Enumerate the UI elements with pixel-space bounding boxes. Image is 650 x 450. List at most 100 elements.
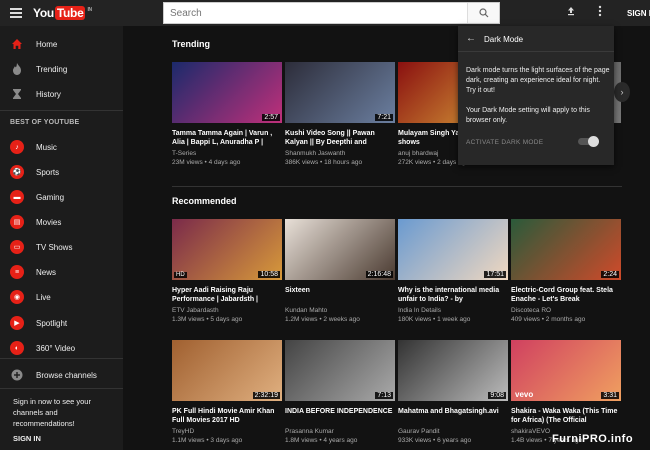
sidebar-divider [0,110,123,111]
sidebar-item-trending[interactable]: Trending [0,58,123,80]
sidebar-item-movies[interactable]: ▤ Movies [0,211,123,233]
video-thumbnail[interactable]: 3:31 vevo [511,340,621,401]
video-thumbnail[interactable]: 17:51 [398,219,508,280]
add-circle-icon [11,369,23,381]
search-icon [478,8,488,18]
sidebar-item-360-video[interactable]: ◐ 360° Video [0,337,123,359]
sidebar-item-label: Gaming [36,192,65,202]
sidebar-item-label: Sports [36,167,60,177]
video-thumbnail[interactable]: 7:21 [285,62,395,123]
video-thumbnail[interactable]: 7:13 [285,340,395,401]
logo-tube: Tube [54,6,86,20]
movies-icon: ▤ [10,215,24,229]
video-meta: 1.3M views • 5 days ago [172,316,243,323]
sidebar-item-home[interactable]: Home [0,33,123,55]
guide-sidebar: Home Trending History BEST OF YOUTUBE ♪ … [0,26,123,450]
sidebar-divider [0,388,123,389]
video-title[interactable]: Why is the international media unfair to… [398,286,506,304]
video-title[interactable]: INDIA BEFORE INDEPENDENCE [285,407,393,416]
back-arrow-icon[interactable]: ← [466,33,476,44]
trending-shelf-title[interactable]: Trending [172,39,210,49]
shelf-divider [172,186,622,187]
upload-icon[interactable] [566,6,576,19]
logo-country-badge: IN [87,7,92,13]
dark-mode-toggle-label: ACTIVATE DARK MODE [466,139,544,146]
hd-badge: HD [174,272,187,278]
video-thumbnail[interactable]: 9:08 [398,340,508,401]
sidebar-item-label: Spotlight [36,318,68,328]
video-title[interactable]: PK Full Hindi Movie Amir Khan Full Movie… [172,407,280,425]
signin-button[interactable]: SIGN IN [627,9,650,18]
sports-icon: ⚽ [10,165,24,179]
video-title[interactable]: Kushi Video Song || Pawan Kalyan || By D… [285,129,393,147]
video-title[interactable]: Shakira - Waka Waka (This Time for Afric… [511,407,619,425]
music-icon: ♪ [10,140,24,154]
video-title[interactable]: Sixteen [285,286,393,295]
recommended-shelf-title[interactable]: Recommended [172,196,237,206]
sidebar-item-label: News [36,267,57,277]
video-channel[interactable]: Prasanna Kumar [285,427,393,436]
tv-icon: ▭ [10,240,24,254]
dark-mode-toggle-knob[interactable] [588,136,599,147]
sidebar-item-label: Trending [36,64,68,74]
video-channel[interactable]: TreyHD [172,427,280,436]
video-title[interactable]: Mahatma and Bhagatsingh.avi [398,407,506,416]
video-channel[interactable]: T-Series [172,149,280,158]
duration-badge: 2:24 [601,271,619,278]
vevo-logo: vevo [515,390,534,399]
sidebar-item-history[interactable]: History [0,83,123,105]
duration-badge: 3:31 [601,392,619,399]
sidebar-item-sports[interactable]: ⚽ Sports [0,161,123,183]
sidebar-item-news[interactable]: ≡ News [0,261,123,283]
video-thumbnail[interactable]: 2:57 [172,62,282,123]
dark-mode-title: Dark Mode [484,35,524,44]
duration-badge: 7:13 [375,392,393,399]
spotlight-icon: ▶ [10,316,24,330]
dark-mode-header: ← Dark Mode [458,26,614,52]
flame-icon [13,63,21,75]
sidebar-signin-link[interactable]: SIGN IN [13,434,41,443]
duration-badge: 7:21 [375,114,393,121]
search-input[interactable] [164,4,470,22]
menu-icon[interactable] [10,8,22,18]
search-button[interactable] [467,3,499,23]
video-channel[interactable]: Gaurav Pandit [398,427,506,436]
video-thumbnail[interactable]: 10:58 HD [172,219,282,280]
video-title[interactable]: Tamma Tamma Again | Varun , Alia | Bappi… [172,129,280,147]
logo-you: You [33,6,54,20]
sidebar-item-label: 360° Video [36,343,76,353]
video-channel[interactable]: India In Details [398,306,506,315]
dark-mode-note: Your Dark Mode setting will apply to thi… [466,107,590,124]
youtube-logo[interactable]: You Tube IN [33,6,92,20]
video-thumbnail[interactable]: 2:32:19 [172,340,282,401]
video-title[interactable]: Hyper Aadi Raising Raju Performance | Ja… [172,286,280,304]
video-channel[interactable]: ETV Jabardasth [172,306,280,315]
live-icon: ◉ [10,290,24,304]
sidebar-item-label: Live [36,292,51,302]
watermark: FurniPRO.info [552,433,634,445]
sidebar-item-live[interactable]: ◉ Live [0,286,123,308]
sidebar-item-label: Browse channels [36,370,97,380]
video-channel[interactable]: Discoteca RO [511,306,619,315]
hourglass-icon [13,89,21,99]
video-meta: 1.1M views • 3 days ago [172,437,243,444]
video-channel[interactable]: Shanmukh Jaswanth [285,149,393,158]
duration-badge: 2:32:19 [252,392,280,399]
sidebar-item-music[interactable]: ♪ Music [0,136,123,158]
video-title[interactable]: Electric-Cord Group feat. Stela Enache -… [511,286,619,304]
sidebar-item-label: Movies [36,217,62,227]
sidebar-item-tv-shows[interactable]: ▭ TV Shows [0,236,123,258]
dark-mode-description: Dark mode turns the light surfaces of th… [466,67,610,94]
sidebar-item-browse-channels[interactable]: Browse channels [0,364,123,386]
sidebar-item-spotlight[interactable]: ▶ Spotlight [0,312,123,334]
settings-more-icon[interactable] [598,5,602,17]
gaming-icon: ▬ [10,190,24,204]
shelf-next-button[interactable]: › [614,82,630,102]
video-thumbnail[interactable]: 2:16:48 [285,219,395,280]
sidebar-item-label: Music [36,142,57,152]
video-thumbnail[interactable]: 2:24 [511,219,621,280]
video-channel[interactable]: Kundan Mahto [285,306,393,315]
video-meta: 386K views • 18 hours ago [285,159,363,166]
duration-badge: 2:16:48 [365,271,393,278]
sidebar-item-gaming[interactable]: ▬ Gaming [0,186,123,208]
